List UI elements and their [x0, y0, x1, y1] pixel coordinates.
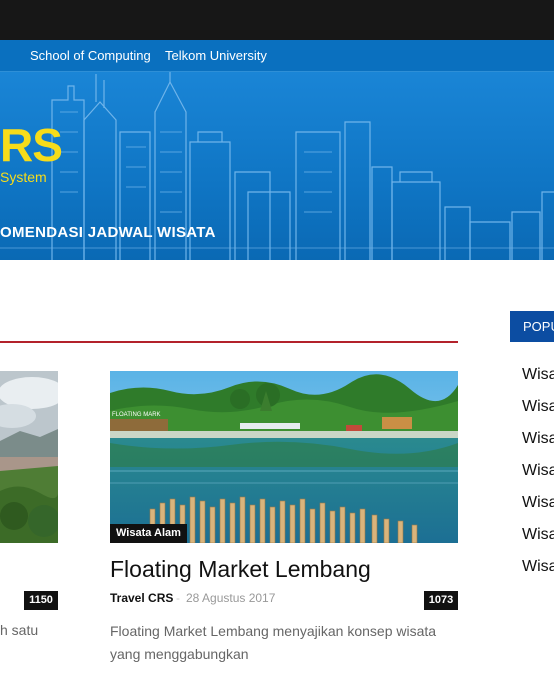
post-excerpt: Floating Market Lembang menyajikan konse…: [110, 623, 437, 662]
popular-tab[interactable]: POPU: [510, 311, 554, 342]
popular-item[interactable]: Wisa: [522, 494, 554, 526]
header-banner: RS System OMENDASI JADWAL WISATA: [0, 72, 554, 260]
popular-item[interactable]: Wisa: [522, 526, 554, 558]
banner-menu-title[interactable]: OMENDASI JADWAL WISATA: [0, 224, 216, 241]
left-post-count-badge: 1150: [24, 591, 58, 610]
top-bar: [0, 0, 554, 40]
popular-list: Wisa Wisa Wisa Wisa Wisa Wisa Wisa: [522, 366, 554, 590]
popular-item[interactable]: Wisa: [522, 430, 554, 462]
popular-item[interactable]: Wisa: [522, 366, 554, 398]
post-meta-separator: -: [176, 591, 180, 605]
post-count-badge: 1073: [424, 591, 458, 610]
section-divider: [0, 341, 458, 343]
nav-link-telkom-university[interactable]: Telkom University: [165, 48, 267, 63]
left-post-thumbnail[interactable]: [0, 371, 58, 543]
popular-item[interactable]: Wisa: [522, 558, 554, 590]
category-badge[interactable]: Wisata Alam: [110, 524, 187, 543]
post-date: 28 Agustus 2017: [186, 591, 276, 605]
post-title[interactable]: Floating Market Lembang: [110, 556, 371, 583]
site-logo-text[interactable]: RS: [0, 122, 63, 168]
left-post-excerpt: h satu: [0, 622, 39, 638]
post-author[interactable]: Travel CRS: [110, 591, 173, 605]
nav-link-school-of-computing[interactable]: School of Computing: [30, 48, 151, 63]
popular-item[interactable]: Wisa: [522, 462, 554, 494]
top-navigation: School of Computing Telkom University: [0, 40, 554, 72]
floating-market-thumbnail[interactable]: FLOATING MARK: [110, 371, 458, 543]
site-logo-subtitle: System: [0, 169, 47, 185]
popular-item[interactable]: Wisa: [522, 398, 554, 430]
floating-market-sign-text: FLOATING MARK: [112, 412, 161, 418]
